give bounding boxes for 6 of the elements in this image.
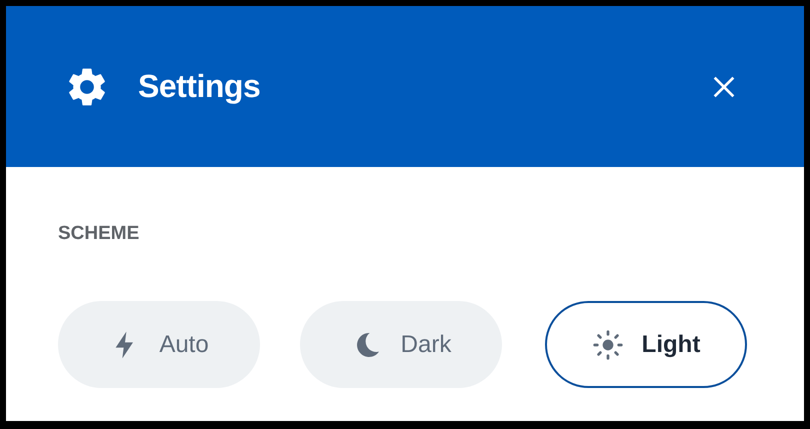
scheme-option[interactable]: Dark — [300, 301, 502, 388]
sun-icon — [592, 328, 624, 360]
scheme-option[interactable]: Auto — [58, 301, 260, 388]
dialog-title: Settings — [138, 68, 262, 105]
scheme-option[interactable]: Light — [545, 301, 747, 388]
section-label: SCHEME — [58, 223, 140, 245]
